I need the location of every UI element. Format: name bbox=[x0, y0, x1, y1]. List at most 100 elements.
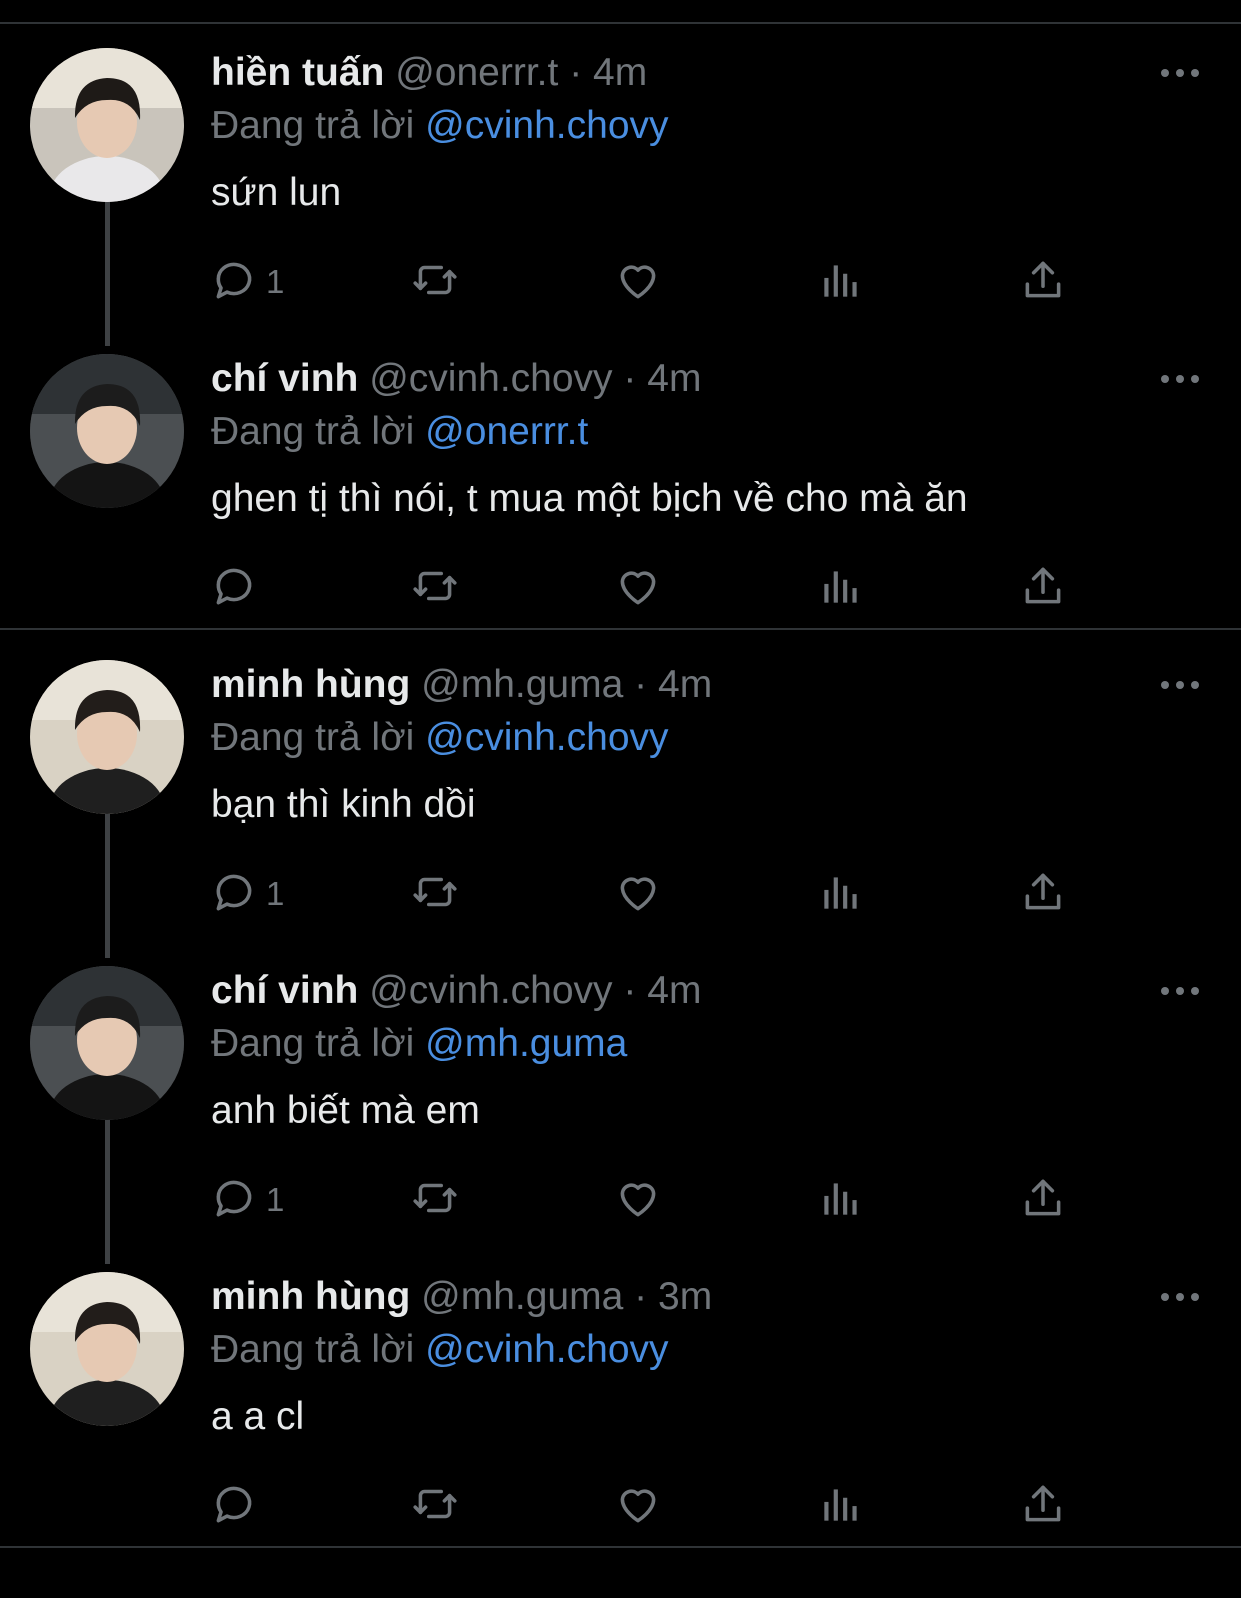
like-button[interactable] bbox=[613, 1480, 663, 1532]
tweet-text: anh biết mà em bbox=[211, 1089, 480, 1132]
timestamp[interactable]: 4m bbox=[647, 969, 701, 1012]
timestamp[interactable]: 4m bbox=[658, 663, 712, 706]
share-button[interactable] bbox=[1018, 1174, 1068, 1226]
display-name[interactable]: minh hùng bbox=[211, 1275, 410, 1318]
separator-dot: · bbox=[634, 1275, 648, 1318]
action-bar: 1 bbox=[210, 256, 1080, 308]
share-icon bbox=[1018, 561, 1068, 616]
mention-link[interactable]: @cvinh.chovy bbox=[425, 716, 668, 759]
display-name[interactable]: chí vinh bbox=[211, 357, 358, 400]
replying-to: Đang trả lời @cvinh.chovy bbox=[211, 1327, 669, 1373]
views-button[interactable] bbox=[816, 562, 866, 614]
user-handle[interactable]: @onerrr.t bbox=[395, 51, 558, 94]
like-icon bbox=[613, 867, 663, 922]
avatar[interactable] bbox=[30, 1272, 184, 1426]
retweet-icon bbox=[410, 1479, 460, 1534]
avatar[interactable] bbox=[30, 354, 184, 508]
reply-button[interactable]: 1 bbox=[210, 1174, 284, 1226]
retweet-button[interactable] bbox=[410, 562, 460, 614]
like-button[interactable] bbox=[613, 562, 663, 614]
reply-count: 1 bbox=[266, 263, 285, 300]
mention-link[interactable]: @cvinh.chovy bbox=[425, 1328, 668, 1371]
tweet-text: sứn lun bbox=[211, 171, 342, 214]
reply-button[interactable] bbox=[210, 1480, 266, 1532]
avatar[interactable] bbox=[30, 660, 184, 814]
mention-link[interactable]: @mh.guma bbox=[425, 1022, 627, 1065]
views-icon bbox=[816, 867, 866, 922]
tweet-header: minh hùng @mh.guma · 3m bbox=[211, 1274, 712, 1320]
tweet-header: chí vinh @cvinh.chovy · 4m bbox=[211, 356, 701, 402]
timestamp[interactable]: 4m bbox=[647, 357, 701, 400]
tweet-header: minh hùng @mh.guma · 4m bbox=[211, 662, 712, 708]
mention-link[interactable]: @cvinh.chovy bbox=[425, 104, 668, 147]
share-icon bbox=[1018, 1173, 1068, 1228]
user-handle[interactable]: @mh.guma bbox=[421, 663, 623, 706]
like-button[interactable] bbox=[613, 1174, 663, 1226]
share-button[interactable] bbox=[1018, 1480, 1068, 1532]
timestamp[interactable]: 3m bbox=[658, 1275, 712, 1318]
reply-tweet[interactable]: minh hùng @mh.guma · 4m Đang trả lời @cv… bbox=[0, 642, 1241, 954]
retweet-icon bbox=[410, 867, 460, 922]
retweet-icon bbox=[410, 255, 460, 310]
action-bar: 1 bbox=[210, 868, 1080, 920]
more-icon[interactable] bbox=[1160, 372, 1200, 386]
more-icon[interactable] bbox=[1160, 1290, 1200, 1304]
reply-tweet[interactable]: minh hùng @mh.guma · 3m Đang trả lời @cv… bbox=[0, 1254, 1241, 1566]
share-icon bbox=[1018, 255, 1068, 310]
share-button[interactable] bbox=[1018, 562, 1068, 614]
reply-button[interactable] bbox=[210, 562, 266, 614]
tweet-header: chí vinh @cvinh.chovy · 4m bbox=[211, 968, 701, 1014]
replying-to-label: Đang trả lời bbox=[211, 104, 415, 147]
views-button[interactable] bbox=[816, 1174, 866, 1226]
tweet-text: ghen tị thì nói, t mua một bịch về cho m… bbox=[211, 477, 968, 520]
more-icon[interactable] bbox=[1160, 678, 1200, 692]
avatar[interactable] bbox=[30, 966, 184, 1120]
reply-tweet[interactable]: hiền tuấn @onerrr.t · 4m Đang trả lời @c… bbox=[0, 30, 1241, 342]
separator-dot: · bbox=[623, 357, 637, 400]
reply-tweet[interactable]: chí vinh @cvinh.chovy · 4m Đang trả lời … bbox=[0, 948, 1241, 1260]
like-icon bbox=[613, 1479, 663, 1534]
share-button[interactable] bbox=[1018, 868, 1068, 920]
top-divider bbox=[0, 22, 1241, 24]
reply-button[interactable]: 1 bbox=[210, 868, 284, 920]
mention-link[interactable]: @onerrr.t bbox=[425, 410, 588, 453]
more-icon[interactable] bbox=[1160, 984, 1200, 998]
display-name[interactable]: minh hùng bbox=[211, 663, 410, 706]
views-icon bbox=[816, 1173, 866, 1228]
views-button[interactable] bbox=[816, 1480, 866, 1532]
replying-to-label: Đang trả lời bbox=[211, 716, 415, 759]
reply-button[interactable]: 1 bbox=[210, 256, 284, 308]
like-button[interactable] bbox=[613, 868, 663, 920]
tweet-text: a a cl bbox=[211, 1395, 305, 1438]
replying-to-label: Đang trả lời bbox=[211, 410, 415, 453]
retweet-button[interactable] bbox=[410, 868, 460, 920]
views-icon bbox=[816, 1479, 866, 1534]
views-icon bbox=[816, 255, 866, 310]
share-button[interactable] bbox=[1018, 256, 1068, 308]
retweet-button[interactable] bbox=[410, 256, 460, 308]
views-button[interactable] bbox=[816, 868, 866, 920]
more-icon[interactable] bbox=[1160, 66, 1200, 80]
replying-to-label: Đang trả lời bbox=[211, 1022, 415, 1065]
tweet-text: bạn thì kinh dồi bbox=[211, 783, 476, 826]
avatar[interactable] bbox=[30, 48, 184, 202]
retweet-button[interactable] bbox=[410, 1480, 460, 1532]
like-icon bbox=[613, 1173, 663, 1228]
retweet-icon bbox=[410, 1173, 460, 1228]
share-icon bbox=[1018, 1479, 1068, 1534]
retweet-button[interactable] bbox=[410, 1174, 460, 1226]
user-handle[interactable]: @cvinh.chovy bbox=[369, 357, 612, 400]
retweet-icon bbox=[410, 561, 460, 616]
replying-to: Đang trả lời @cvinh.chovy bbox=[211, 715, 669, 761]
like-button[interactable] bbox=[613, 256, 663, 308]
user-handle[interactable]: @cvinh.chovy bbox=[369, 969, 612, 1012]
timestamp[interactable]: 4m bbox=[593, 51, 647, 94]
user-handle[interactable]: @mh.guma bbox=[421, 1275, 623, 1318]
views-button[interactable] bbox=[816, 256, 866, 308]
separator-dot: · bbox=[634, 663, 648, 706]
reply-tweet[interactable]: chí vinh @cvinh.chovy · 4m Đang trả lời … bbox=[0, 336, 1241, 648]
display-name[interactable]: chí vinh bbox=[211, 969, 358, 1012]
share-icon bbox=[1018, 867, 1068, 922]
display-name[interactable]: hiền tuấn bbox=[211, 51, 384, 94]
action-bar: 1 bbox=[210, 1174, 1080, 1226]
